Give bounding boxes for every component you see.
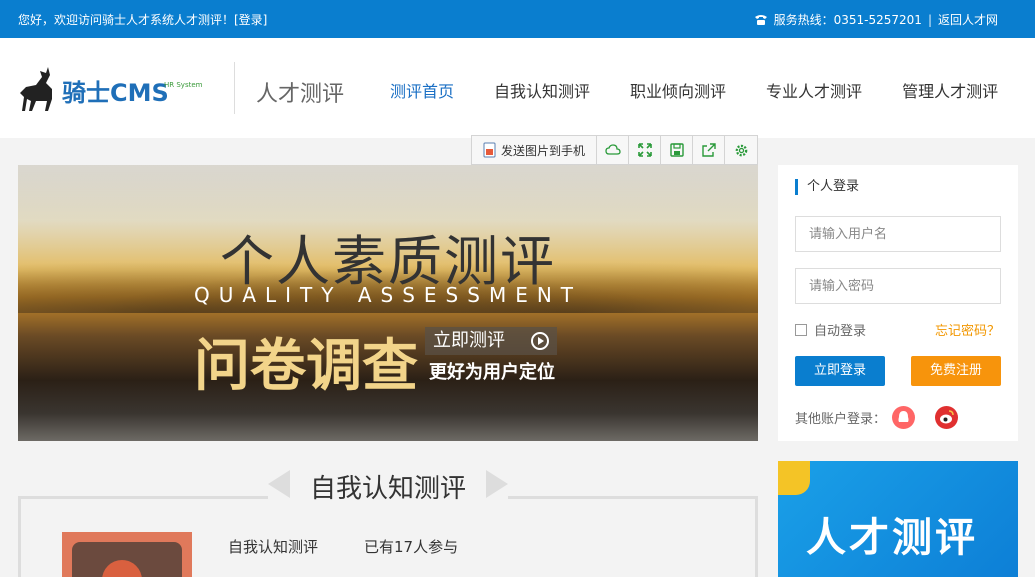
service-hotline: 服务热线：0351-5257201	[773, 13, 922, 27]
main-nav: 测评首页 自我认知测评 职业倾向测评 专业人才测评 管理人才测评	[370, 78, 1018, 102]
chevron-left-icon[interactable]	[268, 470, 290, 498]
other-accounts-label: 其他账户登录：	[795, 412, 887, 427]
auto-login-label: 自动登录	[814, 324, 867, 339]
participant-count: 已有17人参与	[364, 538, 459, 556]
site-title: 人才测评	[256, 82, 345, 107]
logo-text: 骑士CMS	[62, 79, 169, 107]
cloud-button[interactable]	[597, 136, 629, 164]
register-button[interactable]: 免费注册	[911, 356, 1001, 386]
share-button[interactable]	[693, 136, 725, 164]
banner-start-label: 立即测评	[433, 330, 505, 351]
login-button[interactable]: 立即登录	[795, 356, 885, 386]
other-accounts: 其他账户登录：	[795, 406, 959, 429]
send-to-phone-label: 发送图片到手机	[500, 143, 585, 158]
expand-icon	[637, 143, 652, 157]
hero-banner[interactable]: 个人素质测评 QUALITY ASSESSMENT 问卷调查 立即测评 更好为用…	[18, 165, 758, 441]
site-logo[interactable]: 骑士CMS HR System	[16, 63, 211, 115]
header: 骑士CMS HR System 人才测评 测评首页 自我认知测评 职业倾向测评 …	[0, 38, 1035, 138]
topbar-right: 服务热线：0351-5257201 | 返回人才网	[754, 11, 998, 28]
phone-icon	[754, 14, 767, 25]
nav-career-tendency[interactable]: 职业倾向测评	[610, 78, 746, 102]
expand-button[interactable]	[629, 136, 661, 164]
separator: |	[927, 12, 932, 27]
settings-button[interactable]	[725, 136, 757, 164]
banner-start-button[interactable]: 立即测评	[425, 327, 557, 355]
promo-banner[interactable]: 人才测评	[778, 461, 1018, 577]
banner-survey-text: 问卷调查	[194, 334, 418, 399]
qq-icon[interactable]	[892, 406, 916, 429]
save-button[interactable]	[661, 136, 693, 164]
assessment-thumbnail[interactable]	[62, 532, 192, 577]
back-to-talent-link[interactable]: 返回人才网	[938, 11, 998, 28]
section-header: 自我认知测评	[268, 466, 508, 506]
promo-title: 人才测评	[806, 515, 978, 561]
cloud-icon	[604, 144, 621, 155]
login-title: 个人登录	[795, 179, 859, 195]
chevron-right-icon[interactable]	[486, 470, 508, 498]
assessment-name[interactable]: 自我认知测评	[228, 536, 318, 557]
welcome-text[interactable]: 您好，欢迎访问骑士人才系统人才测评！[登录]	[18, 11, 267, 28]
login-panel: 个人登录 自动登录 忘记密码？ 立即登录 免费注册 其他账户登录：	[778, 165, 1018, 441]
play-icon	[531, 332, 549, 350]
banner-slogan: 更好为用户定位	[429, 362, 555, 383]
auto-login-checkbox[interactable]	[795, 323, 807, 336]
logo-sub: HR System	[164, 81, 203, 89]
nav-professional[interactable]: 专业人才测评	[746, 78, 882, 102]
banner-subtitle: QUALITY ASSESSMENT	[193, 283, 583, 307]
password-input[interactable]	[795, 268, 1001, 304]
send-to-phone-button[interactable]: 发送图片到手机	[472, 136, 597, 164]
weibo-icon[interactable]	[935, 406, 959, 429]
username-input[interactable]	[795, 216, 1001, 252]
section-title: 自我认知测评	[309, 473, 466, 504]
image-toolbar: 发送图片到手机	[471, 135, 758, 165]
nav-self-awareness[interactable]: 自我认知测评	[474, 78, 610, 102]
phone-send-icon	[483, 142, 496, 158]
auto-login[interactable]: 自动登录	[795, 320, 866, 339]
logo-divider	[234, 62, 235, 114]
forgot-password-link[interactable]: 忘记密码？	[935, 320, 1000, 339]
puzzle-icon	[778, 461, 810, 495]
share-icon	[701, 143, 716, 157]
save-icon	[669, 143, 684, 157]
top-bar: 您好，欢迎访问骑士人才系统人才测评！[登录] 服务热线：0351-5257201…	[0, 0, 1035, 38]
nav-management[interactable]: 管理人才测评	[882, 78, 1018, 102]
settings-icon	[735, 144, 747, 156]
nav-assessment-home[interactable]: 测评首页	[370, 78, 474, 102]
